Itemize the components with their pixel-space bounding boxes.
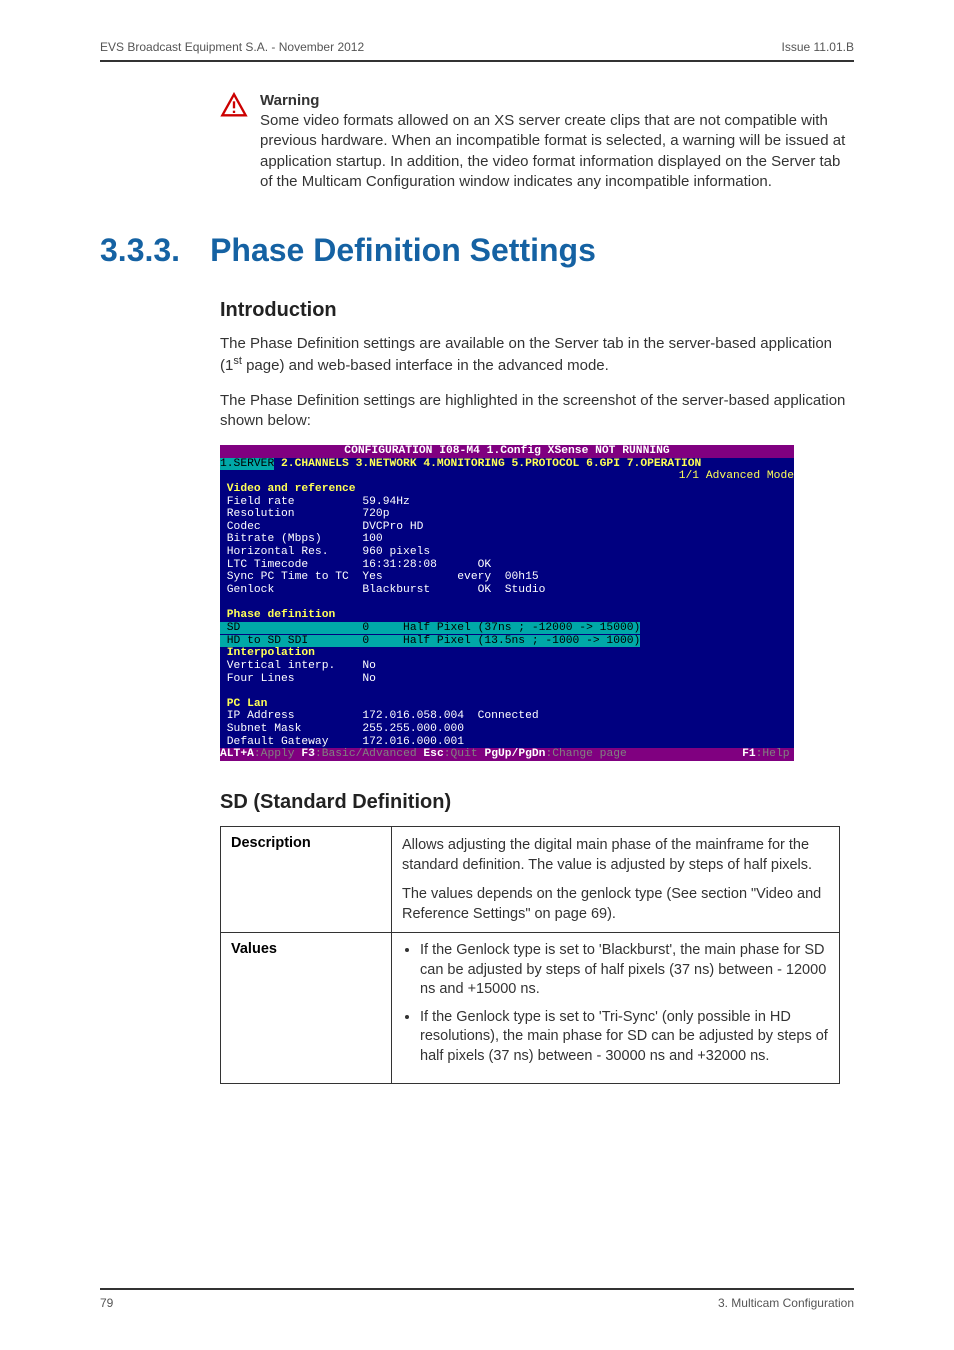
term-gw: Default Gateway 172.016.000.001	[220, 736, 794, 749]
term-key-pgupdn: PgUp/PgDn	[484, 748, 545, 760]
term-pclan-header: PC Lan	[220, 698, 794, 711]
term-spacer	[627, 748, 742, 760]
term-codec: Codec DVCPro HD	[220, 521, 794, 534]
term-blank1	[220, 597, 794, 610]
terminal-screenshot: CONFIGURATION I08-M4 1.Config XSense NOT…	[220, 445, 794, 761]
page-header: EVS Broadcast Equipment S.A. - November …	[100, 40, 854, 62]
term-resolution: Resolution 720p	[220, 508, 794, 521]
term-hres: Horizontal Res. 960 pixels	[220, 546, 794, 559]
term-t5: :Help	[756, 748, 790, 760]
warning-block: Warning Some video formats allowed on an…	[220, 92, 854, 192]
term-interp-header: Interpolation	[220, 647, 794, 660]
section-heading: 3.3.3. Phase Definition Settings	[100, 232, 854, 269]
term-four-lines: Four Lines No	[220, 673, 794, 686]
intro-heading: Introduction	[220, 299, 854, 322]
intro-p1: The Phase Definition settings are availa…	[220, 334, 854, 377]
desc-label: Description	[221, 827, 392, 933]
intro-p2: The Phase Definition settings are highli…	[220, 391, 854, 432]
sd-definition-table: Description Allows adjusting the digital…	[220, 826, 840, 1084]
term-ip: IP Address 172.016.058.004 Connected	[220, 710, 794, 723]
term-phase-header: Phase definition	[220, 609, 794, 622]
term-mode: 1/1 Advanced Mode	[220, 470, 794, 483]
term-ltc: LTC Timecode 16:31:28:08 OK	[220, 559, 794, 572]
term-video-ref-header: Video and reference	[220, 483, 794, 496]
term-t4: :Change page	[545, 748, 626, 760]
term-blank2	[220, 685, 794, 698]
term-key-f1: F1	[742, 748, 756, 760]
section-title: Phase Definition Settings	[210, 232, 596, 269]
header-right: Issue 11.01.B	[782, 40, 855, 54]
desc-p1: Allows adjusting the digital main phase …	[402, 835, 829, 876]
term-tabs: 1.SERVER 2.CHANNELS 3.NETWORK 4.MONITORI…	[220, 458, 794, 471]
term-key-esc: Esc	[423, 748, 443, 760]
desc-p2: The values depends on the genlock type (…	[402, 884, 829, 925]
section-number: 3.3.3.	[100, 232, 180, 269]
term-t2: :Basic/Advanced	[315, 748, 423, 760]
values-b2: If the Genlock type is set to 'Tri-Sync'…	[420, 1008, 829, 1067]
footer-page-num: 79	[100, 1296, 113, 1310]
warning-text: Some video formats allowed on an XS serv…	[260, 111, 854, 192]
values-cell: If the Genlock type is set to 'Blackburs…	[392, 933, 840, 1083]
header-left: EVS Broadcast Equipment S.A. - November …	[100, 40, 364, 54]
term-phase-hdsd: HD to SD SDI 0 Half Pixel (13.5ns ; -100…	[220, 635, 640, 647]
sd-heading: SD (Standard Definition)	[220, 791, 854, 814]
desc-cell: Allows adjusting the digital main phase …	[392, 827, 840, 933]
term-vert-interp: Vertical interp. No	[220, 660, 794, 673]
values-b1: If the Genlock type is set to 'Blackburs…	[420, 941, 829, 1000]
warning-title: Warning	[260, 92, 854, 109]
page-footer: 79 3. Multicam Configuration	[100, 1288, 854, 1310]
term-field-rate: Field rate 59.94Hz	[220, 496, 794, 509]
intro-p1-sup: st	[233, 355, 242, 367]
term-sync: Sync PC Time to TC Yes every 00h15	[220, 571, 794, 584]
term-genlock: Genlock Blackburst OK Studio	[220, 584, 794, 597]
warning-icon	[220, 92, 248, 192]
term-t3: :Quit	[444, 748, 485, 760]
term-bitrate: Bitrate (Mbps) 100	[220, 533, 794, 546]
term-t1: :Apply	[254, 748, 301, 760]
values-label: Values	[221, 933, 392, 1083]
term-footer: ALT+A:Apply F3:Basic/Advanced Esc:Quit P…	[220, 748, 794, 761]
term-key-f3: F3	[301, 748, 315, 760]
intro-p1b: page) and web-based interface in the adv…	[242, 357, 609, 374]
term-title: CONFIGURATION I08-M4 1.Config XSense NOT…	[220, 445, 794, 458]
term-phase-sd: SD 0 Half Pixel (37ns ; -12000 -> 15000)	[220, 622, 640, 634]
footer-section: 3. Multicam Configuration	[718, 1296, 854, 1310]
term-tab-server: 1.SERVER	[220, 458, 274, 470]
term-tabs-rest: 2.CHANNELS 3.NETWORK 4.MONITORING 5.PROT…	[274, 458, 701, 470]
term-mask: Subnet Mask 255.255.000.000	[220, 723, 794, 736]
term-key-alta: ALT+A	[220, 748, 254, 760]
